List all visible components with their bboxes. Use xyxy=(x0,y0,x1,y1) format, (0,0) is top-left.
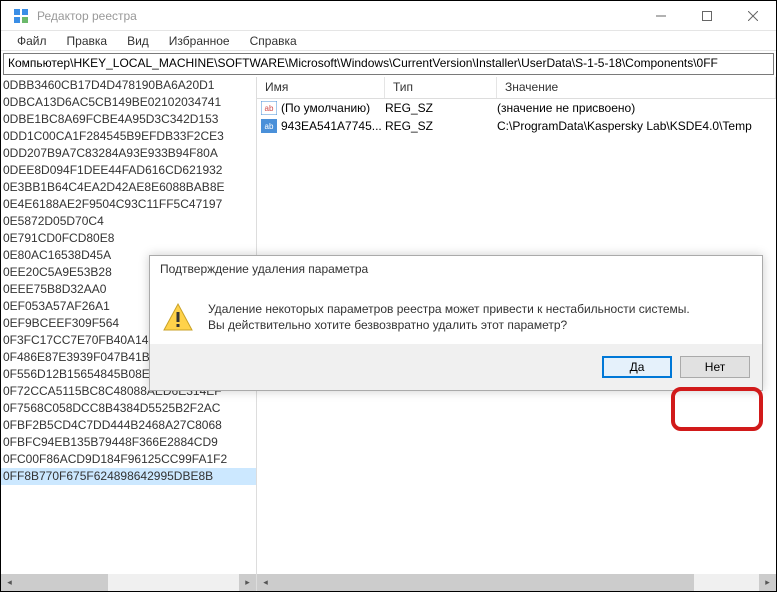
tree-row[interactable]: 0DEE8D094F1DEE44FAD616CD621932 xyxy=(1,162,256,179)
maximize-icon xyxy=(702,11,712,21)
value-data: C:\ProgramData\Kaspersky Lab\KSDE4.0\Tem… xyxy=(497,119,776,133)
value-type: REG_SZ xyxy=(385,119,497,133)
warning-icon xyxy=(162,302,194,334)
scroll-left-icon[interactable]: ◂ xyxy=(1,574,18,591)
close-button[interactable] xyxy=(730,1,776,31)
dialog-title: Подтверждение удаления параметра xyxy=(150,256,762,286)
title-bar: Редактор реестра xyxy=(1,1,776,31)
column-type[interactable]: Тип xyxy=(385,77,497,98)
tree-row[interactable]: 0DBB3460CB17D4D478190BA6A20D1 xyxy=(1,77,256,94)
svg-text:ab: ab xyxy=(265,104,274,113)
regedit-icon xyxy=(13,8,29,24)
scroll-right-icon[interactable]: ▸ xyxy=(239,574,256,591)
scroll-track[interactable] xyxy=(18,574,239,591)
value-type: REG_SZ xyxy=(385,101,497,115)
address-bar[interactable]: Компьютер\HKEY_LOCAL_MACHINE\SOFTWARE\Mi… xyxy=(3,53,774,75)
tree-row[interactable]: 0F7568C058DCC8B4384D5525B2F2AC xyxy=(1,400,256,417)
scroll-left-icon[interactable]: ◂ xyxy=(257,574,274,591)
tree-row[interactable]: 0DD1C00CA1F284545B9EFDB33F2CE3 xyxy=(1,128,256,145)
confirm-dialog: Подтверждение удаления параметра Удалени… xyxy=(149,255,763,391)
scroll-right-icon[interactable]: ▸ xyxy=(759,574,776,591)
tree-row[interactable]: 0FBFC94EB135B79448F366E2884CD9 xyxy=(1,434,256,451)
close-icon xyxy=(748,11,758,21)
tree-row[interactable]: 0E791CD0FCD80E8 xyxy=(1,230,256,247)
minimize-button[interactable] xyxy=(638,1,684,31)
tree-row[interactable]: 0DD207B9A7C83284A93E933B94F80A xyxy=(1,145,256,162)
tree-row[interactable]: 0FBF2B5CD4C7DD444B2468A27C8068 xyxy=(1,417,256,434)
column-value[interactable]: Значение xyxy=(497,77,776,98)
value-header: Имя Тип Значение xyxy=(257,77,776,99)
value-row[interactable]: ab 943EA541A7745...REG_SZC:\ProgramData\K… xyxy=(257,117,776,135)
maximize-button[interactable] xyxy=(684,1,730,31)
value-row[interactable]: ab (По умолчанию)REG_SZ(значение не присв… xyxy=(257,99,776,117)
value-hscrollbar[interactable]: ◂ ▸ xyxy=(257,574,776,591)
tree-row[interactable]: 0DBE1BC8A69FCBE4A95D3C342D153 xyxy=(1,111,256,128)
menu-bar: Файл Правка Вид Избранное Справка xyxy=(1,31,776,51)
value-name: (По умолчанию) xyxy=(281,101,385,115)
menu-view[interactable]: Вид xyxy=(119,32,157,50)
scroll-thumb[interactable] xyxy=(274,574,694,591)
window-title: Редактор реестра xyxy=(37,9,638,23)
value-name: 943EA541A7745... xyxy=(281,119,385,133)
value-data: (значение не присвоено) xyxy=(497,101,776,115)
tree-row[interactable]: 0E3BB1B64C4EA2D42AE8E6088BAB8E xyxy=(1,179,256,196)
dialog-line1: Удаление некоторых параметров реестра мо… xyxy=(208,302,690,318)
no-button[interactable]: Нет xyxy=(680,356,750,378)
tree-row[interactable]: 0E4E6188AE2F9504C93C11FF5C47197 xyxy=(1,196,256,213)
scroll-track[interactable] xyxy=(274,574,759,591)
tree-row[interactable]: 0E5872D05D70C4 xyxy=(1,213,256,230)
tree-row[interactable]: 0FC00F86ACD9D184F96125CC99FA1F2 xyxy=(1,451,256,468)
tree-hscrollbar[interactable]: ◂ ▸ xyxy=(1,574,256,591)
menu-file[interactable]: Файл xyxy=(9,32,55,50)
scroll-thumb[interactable] xyxy=(18,574,108,591)
minimize-icon xyxy=(656,11,666,21)
menu-favorites[interactable]: Избранное xyxy=(161,32,238,50)
dialog-line2: Вы действительно хотите безвозвратно уда… xyxy=(208,318,690,334)
svg-text:ab: ab xyxy=(265,122,274,131)
menu-edit[interactable]: Правка xyxy=(59,32,116,50)
dialog-text: Удаление некоторых параметров реестра мо… xyxy=(208,302,690,334)
tree-row[interactable]: 0DBCA13D6AC5CB149BE02102034741 xyxy=(1,94,256,111)
menu-help[interactable]: Справка xyxy=(242,32,305,50)
column-name[interactable]: Имя xyxy=(257,77,385,98)
tree-row[interactable]: 0FF8B770F675F624898642995DBE8B xyxy=(1,468,256,485)
yes-button[interactable]: Да xyxy=(602,356,672,378)
